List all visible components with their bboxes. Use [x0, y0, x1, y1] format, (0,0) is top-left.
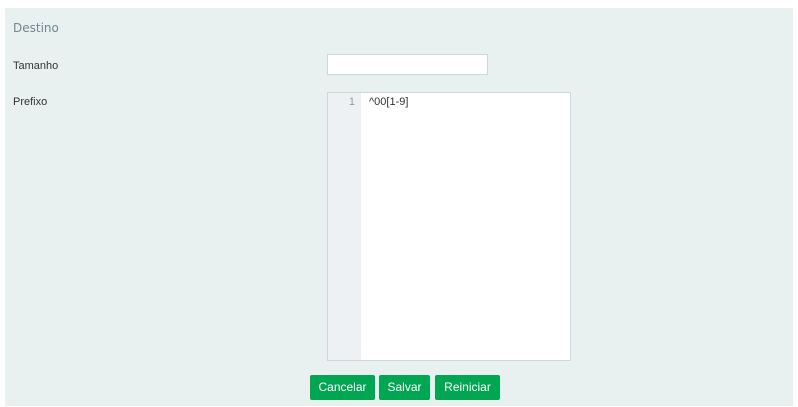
tamanho-input[interactable] — [327, 54, 488, 75]
destination-panel: Destino Tamanho Prefixo 1 ^00[1-9] Cance… — [5, 8, 793, 406]
prefixo-label: Prefixo — [13, 96, 48, 108]
line-number: 1 — [348, 96, 355, 108]
reset-button[interactable]: Reiniciar — [435, 375, 500, 400]
prefixo-code-editor[interactable]: 1 ^00[1-9] — [327, 92, 571, 361]
section-title: Destino — [13, 21, 59, 35]
line-number-gutter: 1 — [328, 93, 361, 360]
save-button[interactable]: Salvar — [379, 375, 430, 400]
tamanho-label: Tamanho — [13, 60, 59, 72]
code-line[interactable]: ^00[1-9] — [369, 96, 408, 108]
cancel-button[interactable]: Cancelar — [310, 375, 375, 400]
